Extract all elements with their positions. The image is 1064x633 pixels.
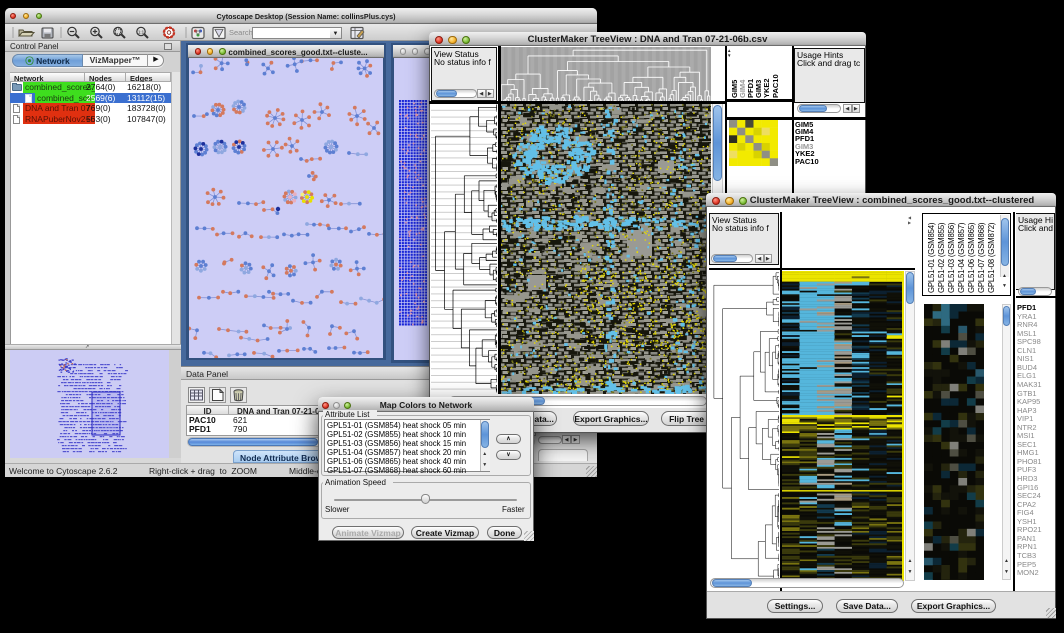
svg-text:Search:: Search: [229,28,255,37]
svg-text:1:1: 1:1 [138,30,145,35]
